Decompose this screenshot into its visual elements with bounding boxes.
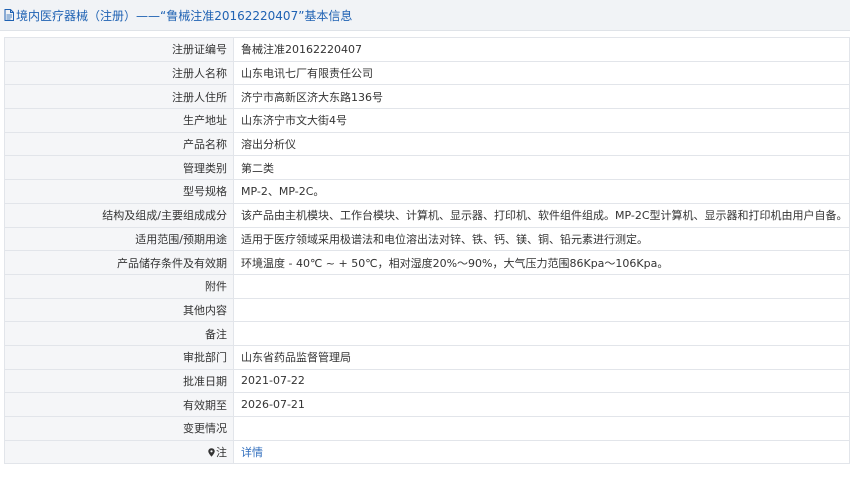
row-label: 产品储存条件及有效期	[4, 250, 234, 275]
row-value	[233, 297, 850, 323]
row-value: MP-2、MP-2C。	[233, 179, 850, 204]
details-link[interactable]: 详情	[241, 446, 263, 459]
page-title: 境内医疗器械（注册）——“鲁械注准20162220407”基本信息	[16, 8, 353, 23]
note-row: 注 详情	[4, 439, 850, 465]
note-value-cell: 详情	[233, 439, 850, 465]
table-row: 其他内容	[4, 297, 850, 323]
row-label: 管理类别	[4, 155, 234, 181]
row-value	[233, 273, 850, 299]
table-row: 产品名称 溶出分析仪	[4, 131, 850, 157]
note-label-cell: 注	[4, 439, 234, 465]
info-table: 注册证编号 鲁械注准20162220407 注册人名称 山东电讯七厂有限责任公司…	[4, 37, 850, 465]
table-row: 注册人名称 山东电讯七厂有限责任公司	[4, 60, 850, 86]
row-label: 注册人名称	[4, 60, 234, 86]
row-value: 2026-07-21	[233, 392, 850, 417]
row-value: 鲁械注准20162220407	[233, 37, 850, 62]
table-row: 注册证编号 鲁械注准20162220407	[4, 37, 850, 62]
row-value	[233, 321, 850, 346]
row-value: 济宁市高新区济大东路136号	[233, 84, 850, 110]
row-label: 批准日期	[4, 368, 234, 394]
row-value: 山东电讯七厂有限责任公司	[233, 60, 850, 86]
row-label: 其他内容	[4, 297, 234, 323]
row-label: 备注	[4, 321, 234, 346]
row-value: 环境温度 - 40℃ ~ + 50℃，相对湿度20%～90%，大气压力范围86K…	[233, 250, 850, 275]
row-label: 注册证编号	[4, 37, 234, 62]
row-value: 第二类	[233, 155, 850, 181]
row-value: 该产品由主机模块、工作台模块、计算机、显示器、打印机、软件组件组成。MP-2C型…	[233, 202, 850, 228]
row-label: 有效期至	[4, 392, 234, 417]
table-row: 型号规格 MP-2、MP-2C。	[4, 179, 850, 204]
row-label: 结构及组成/主要组成成分	[4, 202, 234, 228]
row-value: 山东省药品监督管理局	[233, 344, 850, 370]
location-pin-icon	[208, 448, 215, 457]
table-row: 批准日期 2021-07-22	[4, 368, 850, 394]
table-row: 附件	[4, 273, 850, 299]
row-label: 型号规格	[4, 179, 234, 204]
row-label: 附件	[4, 273, 234, 299]
row-value: 适用于医疗领域采用极谱法和电位溶出法对锌、铁、钙、镁、铜、铅元素进行测定。	[233, 226, 850, 252]
table-row: 适用范围/预期用途 适用于医疗领域采用极谱法和电位溶出法对锌、铁、钙、镁、铜、铅…	[4, 226, 850, 252]
row-value: 山东济宁市文大街4号	[233, 108, 850, 133]
row-label: 变更情况	[4, 416, 234, 441]
page-header: 境内医疗器械（注册）——“鲁械注准20162220407”基本信息	[0, 0, 850, 31]
table-row: 生产地址 山东济宁市文大街4号	[4, 108, 850, 133]
document-icon	[4, 9, 14, 21]
table-row: 备注	[4, 321, 850, 346]
row-value	[233, 416, 850, 441]
table-row: 变更情况	[4, 416, 850, 441]
row-value: 2021-07-22	[233, 368, 850, 394]
note-label: 注	[216, 446, 227, 460]
table-row: 产品储存条件及有效期 环境温度 - 40℃ ~ + 50℃，相对湿度20%～90…	[4, 250, 850, 275]
row-label: 生产地址	[4, 108, 234, 133]
table-row: 注册人住所 济宁市高新区济大东路136号	[4, 84, 850, 110]
row-label: 产品名称	[4, 131, 234, 157]
table-row: 审批部门 山东省药品监督管理局	[4, 344, 850, 370]
row-value: 溶出分析仪	[233, 131, 850, 157]
row-label: 适用范围/预期用途	[4, 226, 234, 252]
table-row: 结构及组成/主要组成成分 该产品由主机模块、工作台模块、计算机、显示器、打印机、…	[4, 202, 850, 228]
table-row: 管理类别 第二类	[4, 155, 850, 181]
row-label: 审批部门	[4, 344, 234, 370]
table-row: 有效期至 2026-07-21	[4, 392, 850, 417]
row-label: 注册人住所	[4, 84, 234, 110]
